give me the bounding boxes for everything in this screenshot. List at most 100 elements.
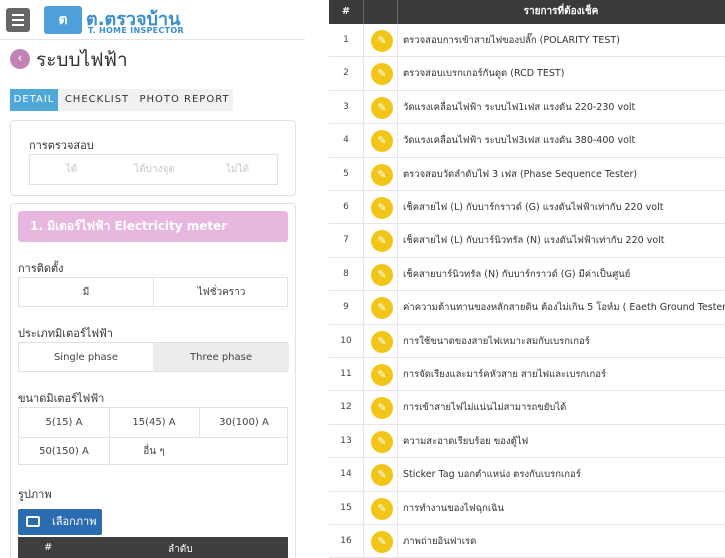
row-number: 14: [340, 469, 352, 480]
hamburger-icon[interactable]: [6, 8, 30, 32]
option-size-5-15[interactable]: 5(15) A: [19, 408, 109, 437]
option-installed[interactable]: มี: [19, 278, 153, 306]
edit-icon[interactable]: ✎: [371, 230, 393, 253]
col-items-header: รายการที่ต้องเช็ค: [523, 6, 599, 17]
option-three-phase[interactable]: Three phase: [153, 343, 289, 371]
col-num-header: #: [341, 6, 351, 17]
row-item-text: Sticker Tag บอกตำแหน่ง ตรงกับเบรกเกอร์: [403, 469, 581, 481]
row-number: 2: [343, 68, 349, 79]
table-row: 2 ✎ ตรวจสอบเบรกเกอร์กันดูด (RCD TEST): [329, 57, 725, 91]
checklist-table: # รายการที่ต้องเช็ค 1 ✎ ตรวจสอบการเข้าสายไ…: [329, 0, 725, 558]
photo-col-num: #: [44, 542, 53, 553]
option-size-other[interactable]: อื่น ๆ: [109, 437, 199, 466]
row-number: 8: [343, 268, 349, 279]
photos-label: รูปภาพ: [18, 488, 52, 501]
edit-icon[interactable]: ✎: [371, 96, 393, 119]
installation-label: การติดตั้ง: [18, 262, 64, 275]
row-item-text: ภาพถ่ายอินฟาเรด: [403, 536, 477, 547]
row-item-text: เช็คสายบาร์นิวทรัล (N) กับบาร์กราวด์ (G)…: [403, 268, 631, 280]
table-row: 10 ✎ การใช้ขนาดของสายไฟเหมาะสมกับเบรกเกอร์: [329, 325, 725, 358]
edit-icon[interactable]: ✎: [371, 263, 393, 286]
top-bar: ต ต.ตรวจบ้าน T. HOME INSPECTOR: [0, 0, 305, 40]
table-row: 16 ✎ ภาพถ่ายอินฟาเรด: [329, 525, 725, 558]
row-number: 12: [340, 402, 352, 413]
edit-icon[interactable]: ✎: [371, 497, 393, 520]
photo-table-header: # ลำดับ: [18, 537, 288, 558]
meter-size-label: ขนาดมิเตอร์ไฟฟ้า: [18, 392, 105, 405]
row-item-text: การจัดเรียงและมาร์คหัวสาย สายไฟและเบรกเก…: [403, 369, 607, 380]
row-item-text: การทำงานของไฟฉุกเฉิน: [403, 502, 505, 514]
row-item-text: เช็คสายไฟ (L) กับบาร์นิวทรัล (N) แรงดันไ…: [403, 235, 665, 247]
tab-checklist[interactable]: CHECKLIST: [60, 89, 134, 111]
back-button[interactable]: ‹: [10, 49, 30, 69]
table-row: 5 ✎ ตรวจสอบวัดลำดับไฟ 3 เฟส (Phase Sequenc…: [329, 158, 725, 191]
edit-icon[interactable]: ✎: [371, 330, 393, 353]
page-title: ระบบไฟฟ้า: [36, 49, 128, 71]
edit-icon[interactable]: ✎: [371, 397, 393, 420]
row-item-text: ตรวจสอบวัดลำดับไฟ 3 เฟส (Phase Sequence …: [403, 168, 638, 180]
table-row: 14 ✎ Sticker Tag บอกตำแหน่ง ตรงกับเบรกเกอร…: [329, 458, 725, 492]
option-size-15-45[interactable]: 15(45) A: [109, 408, 199, 437]
row-item-text: วัดแรงเคลื่อนไฟฟ้า ระบบไฟ3เฟส แรงดัน 380…: [403, 135, 636, 147]
table-row: 12 ✎ การเข้าสายไฟไม่แน่นไม่สามารถขยับได้: [329, 391, 725, 425]
row-item-text: ค่าความต้านทานของหลักสายดิน ต้องไม่เกิน …: [403, 302, 725, 314]
inspection-card: การตรวจสอบ ได้ ได้บางจุด ไม่ได้: [10, 120, 296, 196]
row-number: 10: [340, 335, 352, 346]
tab-bar: DETAIL CHECKLIST PHOTO REPORT: [10, 89, 233, 111]
photo-col-order: ลำดับ: [168, 544, 193, 555]
tab-photo-report[interactable]: PHOTO REPORT: [136, 89, 233, 111]
row-item-text: วัดแรงเคลื่อนไฟฟ้า ระบบไฟ1เฟส แรงดัน 220…: [403, 101, 636, 113]
edit-icon[interactable]: ✎: [371, 197, 393, 219]
row-number: 9: [343, 302, 349, 313]
edit-icon[interactable]: ✎: [371, 297, 393, 320]
installation-options: มี ไฟชั่วคราว: [18, 277, 288, 307]
option-fail[interactable]: ไม่ได้: [196, 155, 279, 184]
meter-card: [10, 203, 296, 558]
edit-icon[interactable]: ✎: [371, 464, 393, 487]
table-row: 6 ✎ เช็คสายไฟ (L) กับบาร์กราวด์ (G) แรงดัน…: [329, 191, 725, 225]
meter-type-label: ประเภทมิเตอร์ไฟฟ้า: [18, 327, 114, 340]
edit-icon[interactable]: ✎: [371, 130, 393, 153]
logo-mark: ต: [44, 6, 82, 34]
option-partial[interactable]: ได้บางจุด: [113, 155, 196, 184]
row-number: 16: [340, 536, 352, 546]
row-number: 11: [340, 369, 352, 379]
inspection-options: ได้ ได้บางจุด ไม่ได้: [29, 154, 278, 185]
option-pass[interactable]: ได้: [30, 155, 113, 184]
option-size-30-100[interactable]: 30(100) A: [199, 408, 289, 437]
table-row: 15 ✎ การทำงานของไฟฉุกเฉิน: [329, 492, 725, 525]
table-row: 3 ✎ วัดแรงเคลื่อนไฟฟ้า ระบบไฟ1เฟส แรงดัน 2…: [329, 91, 725, 125]
row-number: 1: [343, 35, 349, 45]
divider: [363, 0, 364, 24]
row-number: 3: [343, 101, 349, 112]
choose-image-button[interactable]: เลือกภาพ: [18, 509, 102, 535]
row-item-text: การเข้าสายไฟไม่แน่นไม่สามารถขยับได้: [403, 402, 567, 414]
section-header: 1. มิเตอร์ไฟฟ้า Electricity meter: [18, 211, 288, 242]
row-number: 13: [340, 435, 352, 446]
row-item-text: การใช้ขนาดของสายไฟเหมาะสมกับเบรกเกอร์: [403, 335, 590, 347]
edit-icon[interactable]: ✎: [371, 430, 393, 453]
table-row: 11 ✎ การจัดเรียงและมาร์คหัวสาย สายไฟและเบร…: [329, 358, 725, 392]
row-number: 4: [343, 135, 349, 146]
inspection-label: การตรวจสอบ: [29, 139, 94, 152]
edit-icon[interactable]: ✎: [371, 531, 393, 553]
option-single-phase[interactable]: Single phase: [19, 343, 153, 371]
edit-icon[interactable]: ✎: [371, 63, 393, 86]
row-item-text: เช็คสายไฟ (L) กับบาร์กราวด์ (G) แรงดันไฟ…: [403, 202, 664, 213]
table-row: 9 ✎ ค่าความต้านทานของหลักสายดิน ต้องไม่เกิ…: [329, 291, 725, 325]
row-number: 15: [340, 502, 352, 513]
option-size-50-150[interactable]: 50(150) A: [19, 437, 109, 466]
row-number: 7: [343, 235, 349, 246]
edit-icon[interactable]: ✎: [371, 163, 393, 186]
edit-icon[interactable]: ✎: [371, 364, 393, 386]
table-row: 13 ✎ ความสะอาดเรียบร้อย ของตู้ไฟ: [329, 425, 725, 459]
tab-detail[interactable]: DETAIL: [10, 89, 58, 111]
row-item-text: ความสะอาดเรียบร้อย ของตู้ไฟ: [403, 435, 529, 447]
meter-size-options: 5(15) A 15(45) A 30(100) A 50(150) A อื่…: [18, 407, 289, 466]
edit-icon[interactable]: ✎: [371, 30, 393, 52]
mobile-screen: ต ต.ตรวจบ้าน T. HOME INSPECTOR ‹ ระบบไฟฟ…: [0, 0, 305, 558]
table-row: 4 ✎ วัดแรงเคลื่อนไฟฟ้า ระบบไฟ3เฟส แรงดัน 3…: [329, 124, 725, 158]
table-row: 7 ✎ เช็คสายไฟ (L) กับบาร์นิวทรัล (N) แรงดั…: [329, 224, 725, 258]
option-temporary[interactable]: ไฟชั่วคราว: [154, 278, 289, 306]
row-item-text: ตรวจสอบการเข้าสายไฟของปลั๊ก (POLARITY TE…: [403, 35, 620, 46]
